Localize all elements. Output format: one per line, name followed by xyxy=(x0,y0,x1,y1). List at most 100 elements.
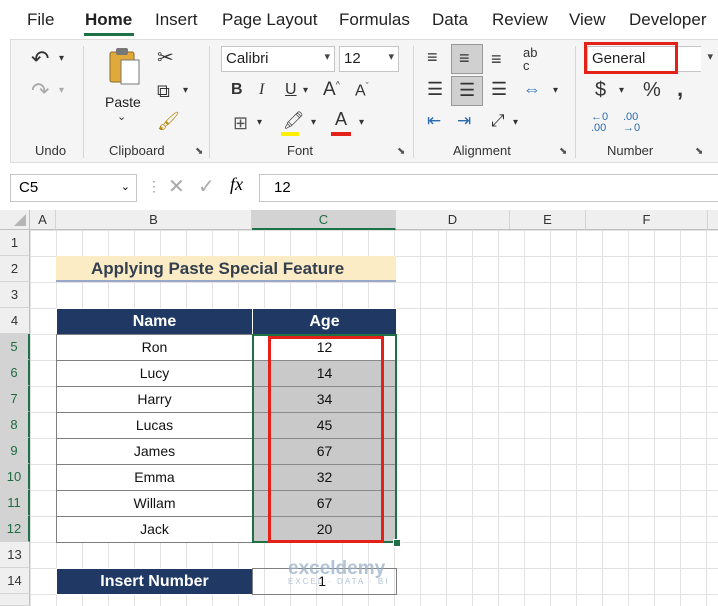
table-header-age[interactable]: Age xyxy=(252,308,397,335)
row-header[interactable]: 1 xyxy=(0,230,30,256)
column-header-e[interactable]: E xyxy=(510,210,586,230)
align-right-icon[interactable]: ☰ xyxy=(491,80,507,98)
group-separator xyxy=(209,46,210,158)
align-center-button[interactable]: ☰ xyxy=(451,76,483,106)
row-header[interactable]: 7 xyxy=(0,386,30,412)
font-size-dropdown[interactable]: 12 ▾ xyxy=(339,46,399,72)
bold-icon[interactable]: B xyxy=(231,82,243,98)
column-header-c[interactable]: C xyxy=(252,210,396,230)
row-header[interactable]: 3 xyxy=(0,282,30,308)
column-header-a[interactable]: A xyxy=(30,210,56,230)
increase-indent-icon[interactable]: ⇥ xyxy=(457,112,471,129)
table-cell-name[interactable]: James xyxy=(56,438,253,465)
row-header[interactable]: 10 xyxy=(0,464,30,490)
tab-view[interactable]: View xyxy=(569,10,606,30)
insert-function-icon[interactable]: fx xyxy=(230,174,243,195)
redo-dropdown-icon[interactable]: ▾ xyxy=(59,86,64,96)
align-left-icon[interactable]: ☰ xyxy=(427,80,443,98)
align-center-icon: ☰ xyxy=(459,80,476,100)
merge-center-icon[interactable]: ⇔ xyxy=(523,80,541,98)
table-cell-name[interactable]: Ron xyxy=(56,334,253,361)
row-header[interactable]: 4 xyxy=(0,308,30,334)
redo-icon[interactable]: ↷ xyxy=(31,80,49,102)
tab-review[interactable]: Review xyxy=(492,10,548,30)
underline-dropdown-icon[interactable]: ▾ xyxy=(303,86,308,96)
underline-icon[interactable]: U xyxy=(285,82,297,98)
paste-icon[interactable] xyxy=(107,46,141,86)
font-color-icon[interactable]: A xyxy=(335,110,347,128)
column-header-f[interactable]: F xyxy=(586,210,708,230)
undo-icon[interactable]: ↶ xyxy=(31,48,49,70)
merge-dropdown-icon[interactable]: ▾ xyxy=(553,86,558,96)
font-color-dropdown-icon[interactable]: ▾ xyxy=(359,118,364,128)
row-header[interactable]: 8 xyxy=(0,412,30,438)
tab-developer[interactable]: Developer xyxy=(629,10,707,30)
row-header[interactable]: 12 xyxy=(0,516,30,542)
column-header-g[interactable] xyxy=(708,210,718,230)
cancel-icon[interactable]: ✕ xyxy=(168,174,185,199)
table-cell-name[interactable]: Emma xyxy=(56,464,253,491)
increase-decimal-icon[interactable]: ←0.00 xyxy=(591,112,608,134)
clipboard-launcher-icon[interactable]: ⬊ xyxy=(195,146,203,157)
row-header[interactable]: 11 xyxy=(0,490,30,516)
table-cell-name[interactable]: Harry xyxy=(56,386,253,413)
formula-input[interactable]: 12 xyxy=(259,174,718,202)
align-middle-button[interactable]: ≡ xyxy=(451,44,483,74)
orientation-icon[interactable]: ab c xyxy=(523,46,537,72)
table-header-name[interactable]: Name xyxy=(56,308,253,335)
number-launcher-icon[interactable]: ⬊ xyxy=(695,146,703,157)
italic-icon[interactable]: I xyxy=(259,82,264,98)
format-painter-icon[interactable]: 🖌 xyxy=(157,112,180,130)
decrease-font-icon[interactable]: Aˇ xyxy=(355,82,369,99)
tab-insert[interactable]: Insert xyxy=(155,10,198,30)
row-header[interactable]: 6 xyxy=(0,360,30,386)
paste-dropdown-icon[interactable]: ⌄ xyxy=(117,112,126,123)
row-header[interactable]: 14 xyxy=(0,568,30,594)
copy-dropdown-icon[interactable]: ▾ xyxy=(183,86,188,96)
currency-dropdown-icon[interactable]: ▾ xyxy=(619,86,624,96)
insert-number-label[interactable]: Insert Number xyxy=(56,568,253,595)
enter-icon[interactable]: ✓ xyxy=(198,174,215,199)
name-box[interactable]: C5 ⌄ xyxy=(10,174,137,202)
fill-color-icon[interactable]: 🖍 xyxy=(283,112,305,129)
borders-icon[interactable]: ⊞ xyxy=(233,114,248,132)
column-header-b[interactable]: B xyxy=(56,210,252,230)
table-cell-name[interactable]: Lucas xyxy=(56,412,253,439)
decrease-decimal-icon[interactable]: .00 →0 xyxy=(623,112,640,134)
column-header-d[interactable]: D xyxy=(396,210,510,230)
font-name-dropdown[interactable]: Calibri ▾ xyxy=(221,46,335,72)
comma-style-icon[interactable]: , xyxy=(677,78,683,100)
row-header[interactable]: 13 xyxy=(0,542,30,568)
percent-icon[interactable]: % xyxy=(643,80,661,100)
row-header[interactable]: 2 xyxy=(0,256,30,282)
copy-icon[interactable]: ⧉ xyxy=(157,82,170,100)
cut-icon[interactable]: ✂ xyxy=(157,48,174,68)
increase-font-icon[interactable]: A^ xyxy=(323,80,340,99)
table-cell-name[interactable]: Jack xyxy=(56,516,253,543)
align-bottom-icon[interactable]: ≡ xyxy=(491,50,502,68)
text-direction-icon[interactable]: ⤢ xyxy=(491,112,505,129)
tab-data[interactable]: Data xyxy=(432,10,468,30)
fill-handle[interactable] xyxy=(393,539,401,547)
align-top-icon[interactable]: ≡ xyxy=(427,48,438,66)
row-header[interactable]: 5 xyxy=(0,334,30,360)
currency-icon[interactable]: $ xyxy=(595,80,606,100)
decrease-indent-icon[interactable]: ⇤ xyxy=(427,112,441,129)
tab-page-layout[interactable]: Page Layout xyxy=(222,10,317,30)
table-cell-name[interactable]: Lucy xyxy=(56,360,253,387)
paste-button[interactable]: Paste xyxy=(105,94,141,110)
alignment-launcher-icon[interactable]: ⬊ xyxy=(559,146,567,157)
tab-formulas[interactable]: Formulas xyxy=(339,10,410,30)
text-direction-dropdown-icon[interactable]: ▾ xyxy=(513,118,518,128)
row-header[interactable] xyxy=(0,594,30,606)
tab-file[interactable]: File xyxy=(27,10,54,30)
tab-home[interactable]: Home xyxy=(85,10,132,30)
table-cell-name[interactable]: Willam xyxy=(56,490,253,517)
select-all-corner[interactable] xyxy=(0,210,30,230)
undo-dropdown-icon[interactable]: ▾ xyxy=(59,54,64,64)
fill-color-dropdown-icon[interactable]: ▾ xyxy=(311,118,316,128)
borders-dropdown-icon[interactable]: ▾ xyxy=(257,118,262,128)
sheet-title[interactable]: Applying Paste Special Feature xyxy=(56,256,396,282)
font-launcher-icon[interactable]: ⬊ xyxy=(397,146,405,157)
row-header[interactable]: 9 xyxy=(0,438,30,464)
